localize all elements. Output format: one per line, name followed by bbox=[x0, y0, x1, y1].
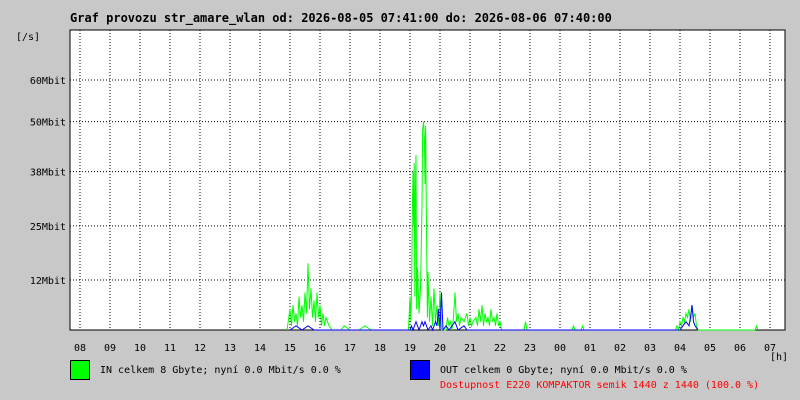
x-tick-label: 18 bbox=[374, 343, 386, 354]
legend-in: IN celkem 8 Gbyte; nyní 0.0 Mbit/s 0.0 % bbox=[70, 360, 341, 380]
legend-out-swatch bbox=[410, 360, 430, 380]
availability-text: Dostupnost E220 KOMPAKTOR semik 1440 z 1… bbox=[440, 380, 760, 391]
x-tick-label: 05 bbox=[704, 343, 716, 354]
x-tick-label: 00 bbox=[554, 343, 566, 354]
x-tick-label: 17 bbox=[344, 343, 356, 354]
x-tick-label: 14 bbox=[254, 343, 266, 354]
x-tick-label: 02 bbox=[614, 343, 626, 354]
x-tick-label: 21 bbox=[464, 343, 476, 354]
legend-out-label: OUT celkem 0 Gbyte; nyní 0.0 Mbit/s 0.0 … bbox=[440, 364, 687, 376]
traffic-chart: 12Mbit 25Mbit 38Mbit 50Mbit 60Mbit 08 09 10 11 1… bbox=[16, 29, 788, 363]
y-tick-label: 38Mbit bbox=[30, 168, 66, 179]
y-tick-label: 60Mbit bbox=[30, 76, 66, 87]
legend-in-swatch bbox=[70, 360, 90, 380]
x-tick-label: 15 bbox=[284, 343, 296, 354]
x-tick-label: 16 bbox=[314, 343, 326, 354]
legend-out: OUT celkem 0 Gbyte; nyní 0.0 Mbit/s 0.0 … bbox=[410, 360, 687, 380]
x-axis-label: [h] bbox=[770, 352, 788, 363]
x-tick-label: 03 bbox=[644, 343, 656, 354]
x-tick-label: 20 bbox=[434, 343, 446, 354]
y-tick-label: 12Mbit bbox=[30, 276, 66, 287]
x-tick-label: 13 bbox=[224, 343, 236, 354]
x-tick-label: 01 bbox=[584, 343, 596, 354]
y-tick-labels: 12Mbit 25Mbit 38Mbit 50Mbit 60Mbit bbox=[30, 76, 66, 287]
y-tick-label: 25Mbit bbox=[30, 222, 66, 233]
x-tick-label: 11 bbox=[164, 343, 176, 354]
x-tick-label: 09 bbox=[104, 343, 116, 354]
x-tick-label: 04 bbox=[674, 343, 686, 354]
x-tick-label: 19 bbox=[404, 343, 416, 354]
legend-in-label: IN celkem 8 Gbyte; nyní 0.0 Mbit/s 0.0 % bbox=[100, 364, 341, 376]
y-axis-label: [/s] bbox=[16, 32, 40, 43]
x-tick-label: 12 bbox=[194, 343, 206, 354]
x-tick-labels: 08 09 10 11 12 13 14 15 16 17 18 19 20 21 22 23 00 01 02 03… bbox=[74, 343, 776, 354]
x-tick-label: 08 bbox=[74, 343, 86, 354]
x-tick-label: 06 bbox=[734, 343, 746, 354]
y-tick-label: 50Mbit bbox=[30, 118, 66, 129]
chart-title: Graf provozu str_amare_wlan od: 2026-08-… bbox=[70, 11, 612, 25]
x-tick-label: 23 bbox=[524, 343, 536, 354]
x-tick-label: 10 bbox=[134, 343, 146, 354]
x-tick-label: 22 bbox=[494, 343, 506, 354]
